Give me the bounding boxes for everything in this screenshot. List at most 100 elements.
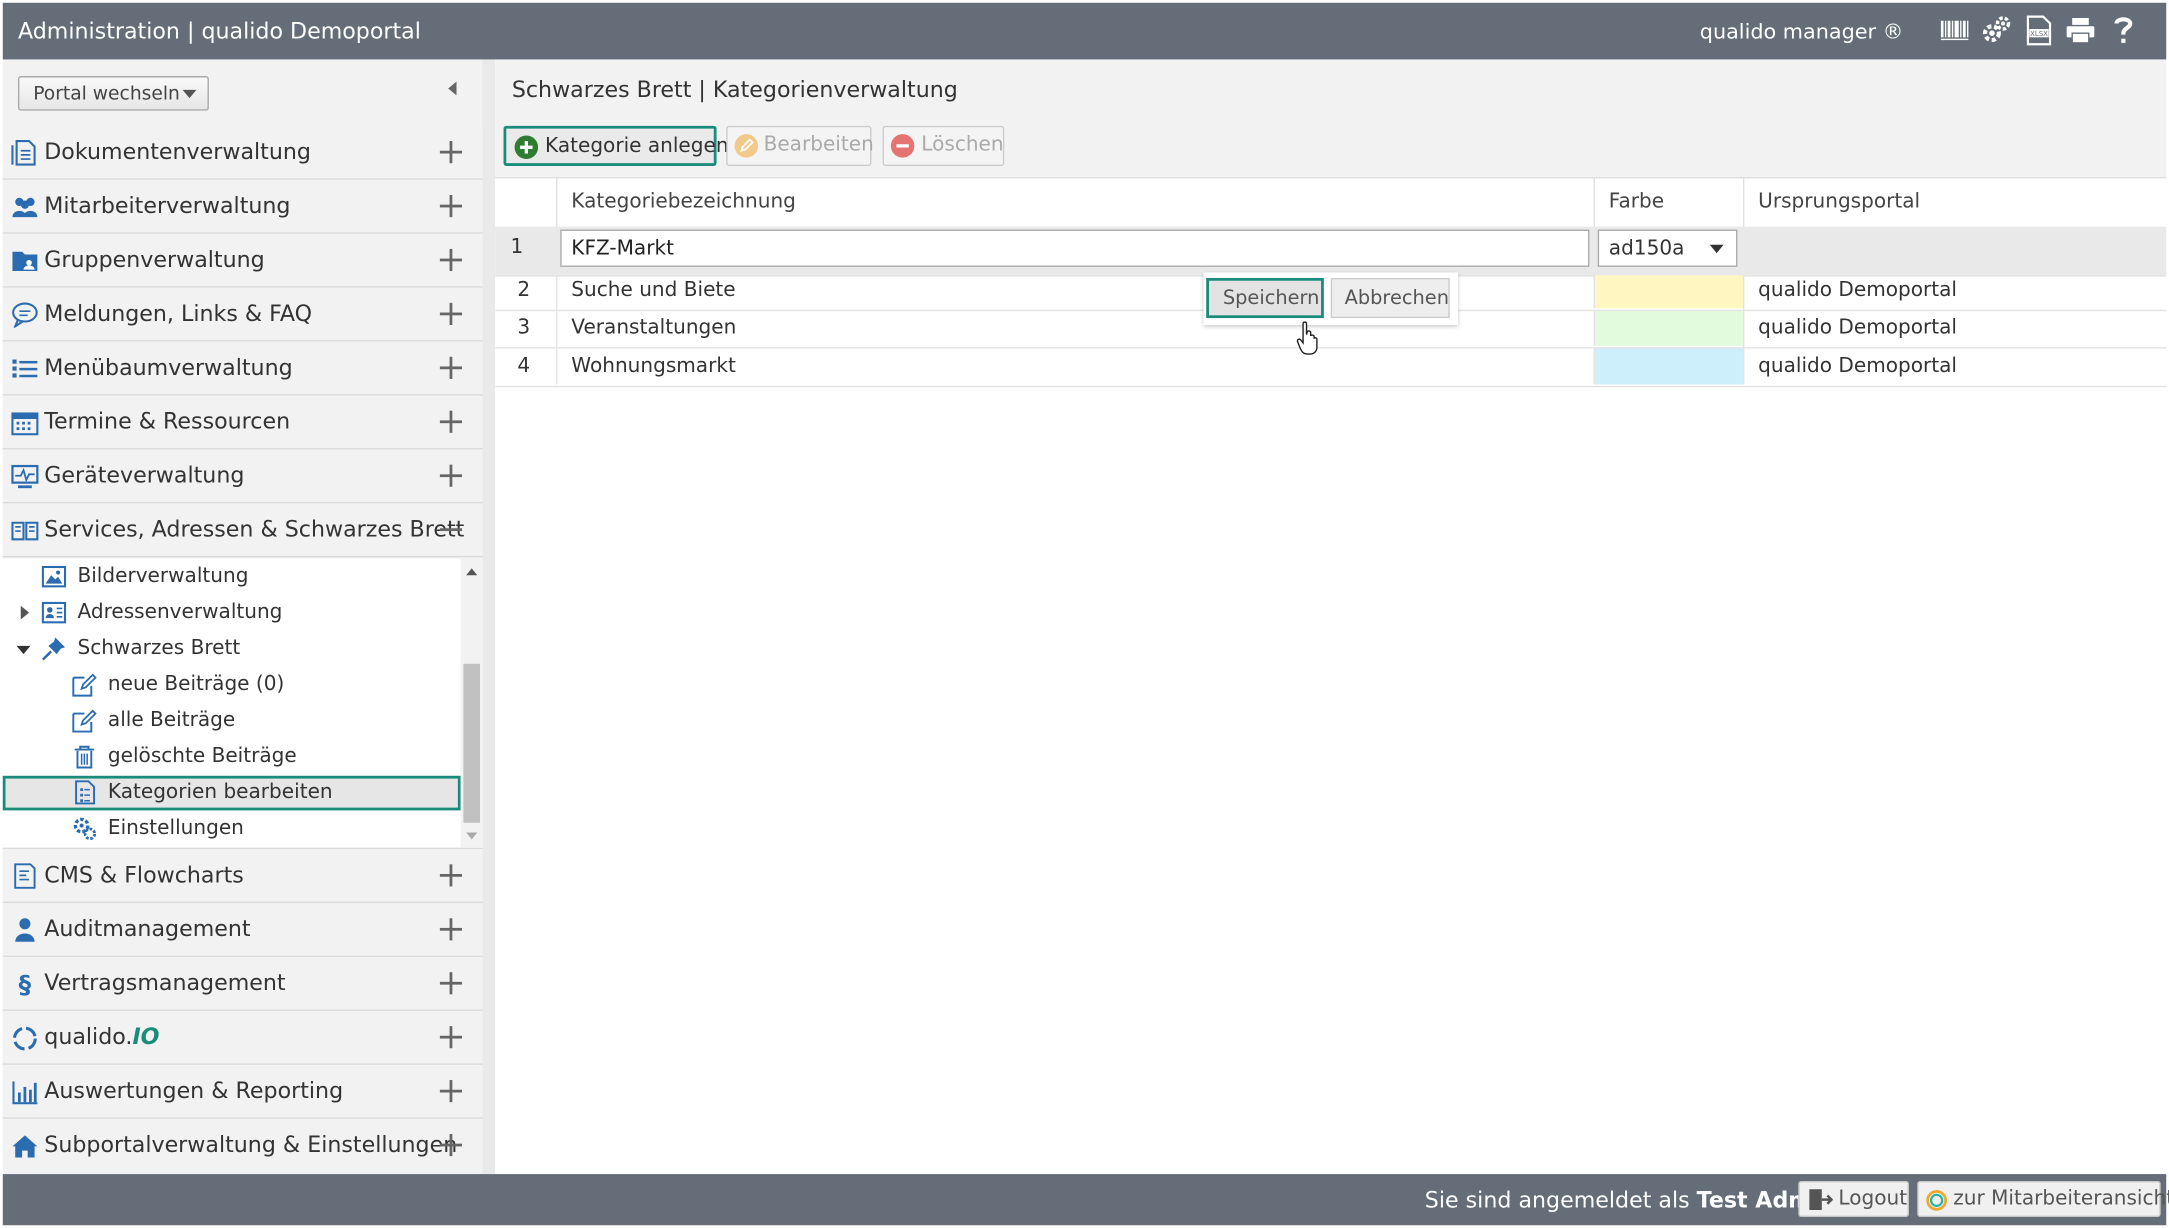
- save-button[interactable]: Speichern: [1206, 277, 1324, 319]
- nav-item-meldungen[interactable]: Meldungen, Links & FAQ: [2, 287, 483, 342]
- expand-plus-icon[interactable]: [439, 141, 463, 164]
- row-number: 2: [517, 279, 531, 302]
- header-farbe[interactable]: Farbe: [1593, 178, 1745, 227]
- scrollbar-thumb[interactable]: [463, 663, 481, 823]
- tree-item-adressenverwaltung[interactable]: Adressenverwaltung: [3, 596, 459, 631]
- employee-view-button[interactable]: zur Mitarbeiteransicht: [1917, 1180, 2169, 1217]
- nav-item-cms-flowcharts[interactable]: CMS & Flowcharts: [2, 849, 483, 904]
- chat-icon: [12, 302, 38, 328]
- collapse-arrow-icon[interactable]: [16, 645, 31, 655]
- expand-plus-icon[interactable]: [439, 464, 463, 487]
- auditor-icon: [15, 918, 35, 942]
- breadcrumb: Schwarzes Brett | Kategorienverwaltung: [495, 59, 2167, 118]
- tree-item-label: alle Beiträge: [107, 709, 236, 732]
- expand-plus-icon[interactable]: [439, 1080, 463, 1103]
- scroll-up-icon[interactable]: [466, 568, 478, 576]
- row-edit-popup: Speichern Abbrechen: [1203, 272, 1458, 325]
- expand-arrow-icon[interactable]: [20, 605, 30, 620]
- tree-item-alle-beitraege[interactable]: alle Beiträge: [3, 704, 459, 739]
- top-bar: Administration | qualido Demoportal qual…: [2, 2, 2167, 60]
- nav-item-auditmanagement[interactable]: Auditmanagement: [2, 903, 483, 957]
- edit-pencil-icon: [734, 134, 759, 158]
- login-status: Sie sind angemeldet als Test Admin: [1425, 1187, 1835, 1213]
- cancel-button[interactable]: Abbrechen: [1330, 277, 1450, 319]
- nav-item-label: Auswertungen & Reporting: [44, 1077, 344, 1104]
- delete-button[interactable]: Löschen: [882, 125, 1005, 166]
- book-icon: [11, 521, 39, 541]
- header-label: Kategoriebezeichnung: [571, 190, 796, 213]
- edit-button[interactable]: Bearbeiten: [726, 125, 874, 166]
- collapse-minus-icon[interactable]: [439, 519, 463, 541]
- tree-item-kategorien-bearbeiten[interactable]: Kategorien bearbeiten: [2, 775, 461, 811]
- collapse-sidebar-icon[interactable]: [448, 81, 457, 96]
- nav-item-termine[interactable]: Termine & Ressourcen: [2, 395, 483, 450]
- calendar-icon: [11, 412, 39, 436]
- category-name: Veranstaltungen: [571, 316, 737, 339]
- expand-plus-icon[interactable]: [439, 918, 463, 941]
- expand-plus-icon[interactable]: [439, 1133, 463, 1157]
- nav-item-mitarbeiterverwaltung[interactable]: Mitarbeiterverwaltung: [2, 179, 483, 234]
- expand-plus-icon[interactable]: [439, 410, 463, 433]
- xlsx-icon[interactable]: XLSX: [2024, 15, 2054, 46]
- users-icon: [12, 197, 38, 218]
- app-title: Administration | qualido Demoportal: [17, 17, 421, 45]
- nav-item-subportalverwaltung[interactable]: Subportalverwaltung & Einstellungen: [2, 1118, 483, 1172]
- category-name-input[interactable]: KFZ-Markt: [560, 229, 1590, 267]
- logout-button[interactable]: Logout: [1798, 1180, 1909, 1217]
- expand-plus-icon[interactable]: [439, 302, 463, 325]
- category-name: Wohnungsmarkt: [571, 355, 736, 378]
- color-select-value: ad150a: [1608, 237, 1685, 260]
- table-row-editing[interactable]: 1 KFZ-Markt ad150a: [495, 226, 2167, 277]
- help-icon[interactable]: [2108, 15, 2138, 45]
- nav-item-qualido-io[interactable]: qualido.IO: [2, 1010, 483, 1065]
- gears-icon[interactable]: [1981, 15, 2011, 45]
- qualido-io-icon: [13, 1026, 37, 1051]
- logout-icon: [1809, 1189, 1833, 1211]
- scroll-down-icon[interactable]: [466, 832, 478, 840]
- tree-item-schwarzes-brett[interactable]: Schwarzes Brett: [3, 632, 459, 667]
- expand-plus-icon[interactable]: [439, 972, 463, 995]
- tree-item-einstellungen[interactable]: Einstellungen: [3, 812, 459, 847]
- portal-switch-label: Portal wechseln: [33, 82, 180, 106]
- nav-item-label: Services, Adressen & Schwarzes Brett: [44, 515, 465, 543]
- services-subtree: Bilderverwaltung Adressenverwaltung Schw…: [2, 558, 483, 850]
- nav-item-geraeteverwaltung[interactable]: Geräteverwaltung: [2, 449, 483, 504]
- nav-item-label: Vertragsmanagement: [44, 969, 286, 996]
- nav-item-label: Auditmanagement: [44, 915, 251, 942]
- subtree-scrollbar[interactable]: [460, 558, 483, 848]
- nav-item-menuebaumverwaltung[interactable]: Menübaumverwaltung: [2, 341, 483, 396]
- header-ursprungsportal[interactable]: Ursprungsportal: [1742, 178, 2168, 227]
- tree-item-label: Einstellungen: [107, 817, 244, 840]
- svg-text:§: §: [19, 971, 32, 997]
- header-kategoriebezeichnung[interactable]: Kategoriebezeichnung: [556, 178, 1595, 227]
- nav-item-vertragsmanagement[interactable]: § Vertragsmanagement: [2, 956, 483, 1011]
- add-category-button[interactable]: Kategorie anlegen: [503, 125, 729, 166]
- page-title: Schwarzes Brett | Kategorienverwaltung: [511, 76, 958, 103]
- print-icon[interactable]: [2065, 15, 2095, 45]
- expand-plus-icon[interactable]: [439, 356, 463, 379]
- row-number: 3: [517, 316, 531, 339]
- barcode-icon[interactable]: [1939, 15, 1969, 45]
- expand-plus-icon[interactable]: [439, 194, 463, 218]
- splitter[interactable]: [482, 59, 496, 1175]
- table-row[interactable]: 4 Wohnungsmarkt qualido Demoportal: [495, 348, 2167, 388]
- expand-plus-icon[interactable]: [439, 1026, 463, 1049]
- color-select[interactable]: ad150a: [1597, 229, 1738, 267]
- nav-item-dokumentenverwaltung[interactable]: Dokumentenverwaltung: [2, 125, 483, 180]
- expand-plus-icon[interactable]: [439, 864, 463, 887]
- nav-item-services-adressen-schwarzes-brett[interactable]: Services, Adressen & Schwarzes Brett: [2, 503, 483, 558]
- portal-switch-select[interactable]: Portal wechseln: [17, 76, 209, 111]
- toolbar: Kategorie anlegen Bearbeiten Löschen: [495, 117, 2167, 179]
- app-window: Administration | qualido Demoportal qual…: [0, 0, 2169, 1228]
- origin-portal: qualido Demoportal: [1758, 355, 1958, 378]
- tree-item-bilderverwaltung[interactable]: Bilderverwaltung: [3, 560, 459, 595]
- brand-label: qualido manager ®: [1699, 19, 1904, 45]
- nav-item-gruppenverwaltung[interactable]: Gruppenverwaltung: [2, 233, 483, 288]
- nav-item-auswertungen[interactable]: Auswertungen & Reporting: [2, 1064, 483, 1119]
- expand-plus-icon[interactable]: [439, 248, 463, 272]
- origin-portal: qualido Demoportal: [1758, 316, 1958, 339]
- cancel-label: Abbrechen: [1344, 287, 1449, 310]
- tree-item-neue-beitraege[interactable]: neue Beiträge (0): [3, 668, 459, 703]
- tree-item-geloeschte-beitraege[interactable]: gelöschte Beiträge: [3, 740, 459, 775]
- chevron-down-icon: [182, 89, 197, 99]
